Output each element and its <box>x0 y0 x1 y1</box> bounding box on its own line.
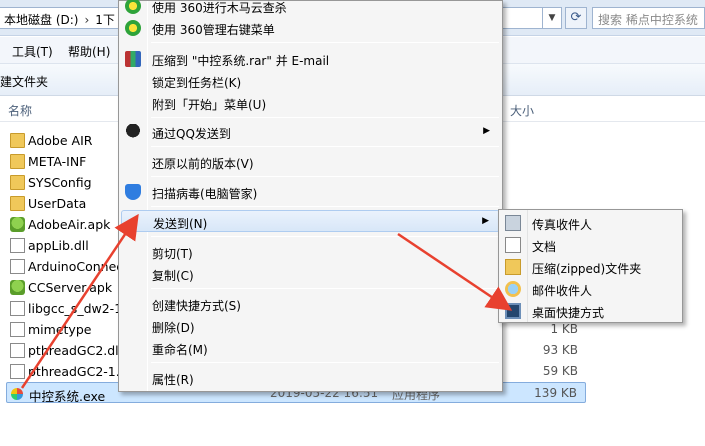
menu-item-pin-taskbar[interactable]: 锁定到任务栏(K) <box>121 70 500 92</box>
menu-item-pin-start[interactable]: 附到「开始」菜单(U) <box>121 92 500 114</box>
desktop-icon <box>505 303 521 319</box>
menu-tools[interactable]: 工具(T) <box>12 43 53 60</box>
send-to-submenu: 传真收件人 文档 压缩(zipped)文件夹 邮件收件人 桌面快捷方式 <box>498 209 683 323</box>
send-to-zip[interactable]: 压缩(zipped)文件夹 <box>501 256 682 278</box>
qq-icon <box>125 124 141 140</box>
apk-icon <box>10 217 25 232</box>
documents-icon <box>505 237 521 253</box>
menu-item-360-scan[interactable]: 使用 360进行木马云查杀 <box>121 0 500 17</box>
chevron-down-icon[interactable]: ▼ <box>542 7 562 29</box>
menu-item-properties[interactable]: 属性(R) <box>121 367 500 389</box>
document-icon <box>10 259 25 274</box>
mail-icon <box>505 281 521 297</box>
submenu-arrow-icon: ▶ <box>483 126 490 136</box>
context-menu: 使用 360进行木马云查杀 使用 360管理右键菜单 压缩到 "中控系统.rar… <box>118 0 503 392</box>
menu-separator <box>151 288 499 289</box>
menu-separator <box>151 362 499 363</box>
dll-icon <box>10 238 25 253</box>
winrar-icon <box>125 51 141 67</box>
send-to-documents[interactable]: 文档 <box>501 234 682 256</box>
apk-icon <box>10 280 25 295</box>
shield-icon <box>125 184 141 200</box>
refresh-button[interactable]: ⟳ <box>565 7 587 29</box>
menu-item-delete[interactable]: 删除(D) <box>121 315 500 337</box>
menu-item-create-shortcut[interactable]: 创建快捷方式(S) <box>121 293 500 315</box>
column-size[interactable]: 大小 <box>510 102 534 119</box>
menu-separator <box>151 236 499 237</box>
menu-item-restore-versions[interactable]: 还原以前的版本(V) <box>121 151 500 173</box>
menu-item-copy[interactable]: 复制(C) <box>121 263 500 285</box>
exe-icon <box>11 388 23 400</box>
dll-icon <box>10 343 25 358</box>
dll-icon <box>10 364 25 379</box>
menu-item-rename[interactable]: 重命名(M) <box>121 337 500 359</box>
column-name[interactable]: 名称 <box>8 102 32 119</box>
menu-item-compress-email[interactable]: 压缩到 "中控系统.rar" 并 E-mail <box>121 48 500 70</box>
breadcrumb-drive[interactable]: 本地磁盘 (D:) <box>4 13 78 27</box>
folder-icon <box>10 154 25 169</box>
fax-icon <box>505 215 521 231</box>
menu-separator <box>151 146 499 147</box>
menu-separator <box>151 42 499 43</box>
search-input[interactable]: 搜索 稀点中控系统 <box>592 7 705 29</box>
menu-item-virus-scan[interactable]: 扫描病毒(电脑管家) <box>121 181 500 203</box>
submenu-arrow-icon: ▶ <box>482 216 489 226</box>
360-icon <box>125 20 141 36</box>
menu-separator <box>151 176 499 177</box>
folder-icon <box>10 175 25 190</box>
menu-separator <box>151 117 499 118</box>
menu-item-send-to[interactable]: 发送到(N) ▶ <box>121 210 500 232</box>
address-field[interactable]: 本地磁盘 (D:) › 1下 <box>0 7 130 29</box>
zip-folder-icon <box>505 259 521 275</box>
menu-help[interactable]: 帮助(H) <box>68 43 110 60</box>
send-to-mail[interactable]: 邮件收件人 <box>501 278 682 300</box>
breadcrumb-separator-icon: › <box>84 13 90 27</box>
menu-item-360-manage[interactable]: 使用 360管理右键菜单 <box>121 17 500 39</box>
document-icon <box>10 322 25 337</box>
send-to-fax[interactable]: 传真收件人 <box>501 212 682 234</box>
menu-separator <box>151 206 499 207</box>
menu-item-qq-send[interactable]: 通过QQ发送到 ▶ <box>121 121 500 143</box>
360-icon <box>125 0 141 14</box>
new-folder-button[interactable]: 建文件夹 <box>0 73 48 90</box>
menu-item-cut[interactable]: 剪切(T) <box>121 241 500 263</box>
dll-icon <box>10 301 25 316</box>
send-to-desktop[interactable]: 桌面快捷方式 <box>501 300 682 322</box>
breadcrumb-next[interactable]: 1下 <box>95 13 115 27</box>
folder-icon <box>10 133 25 148</box>
folder-icon <box>10 196 25 211</box>
